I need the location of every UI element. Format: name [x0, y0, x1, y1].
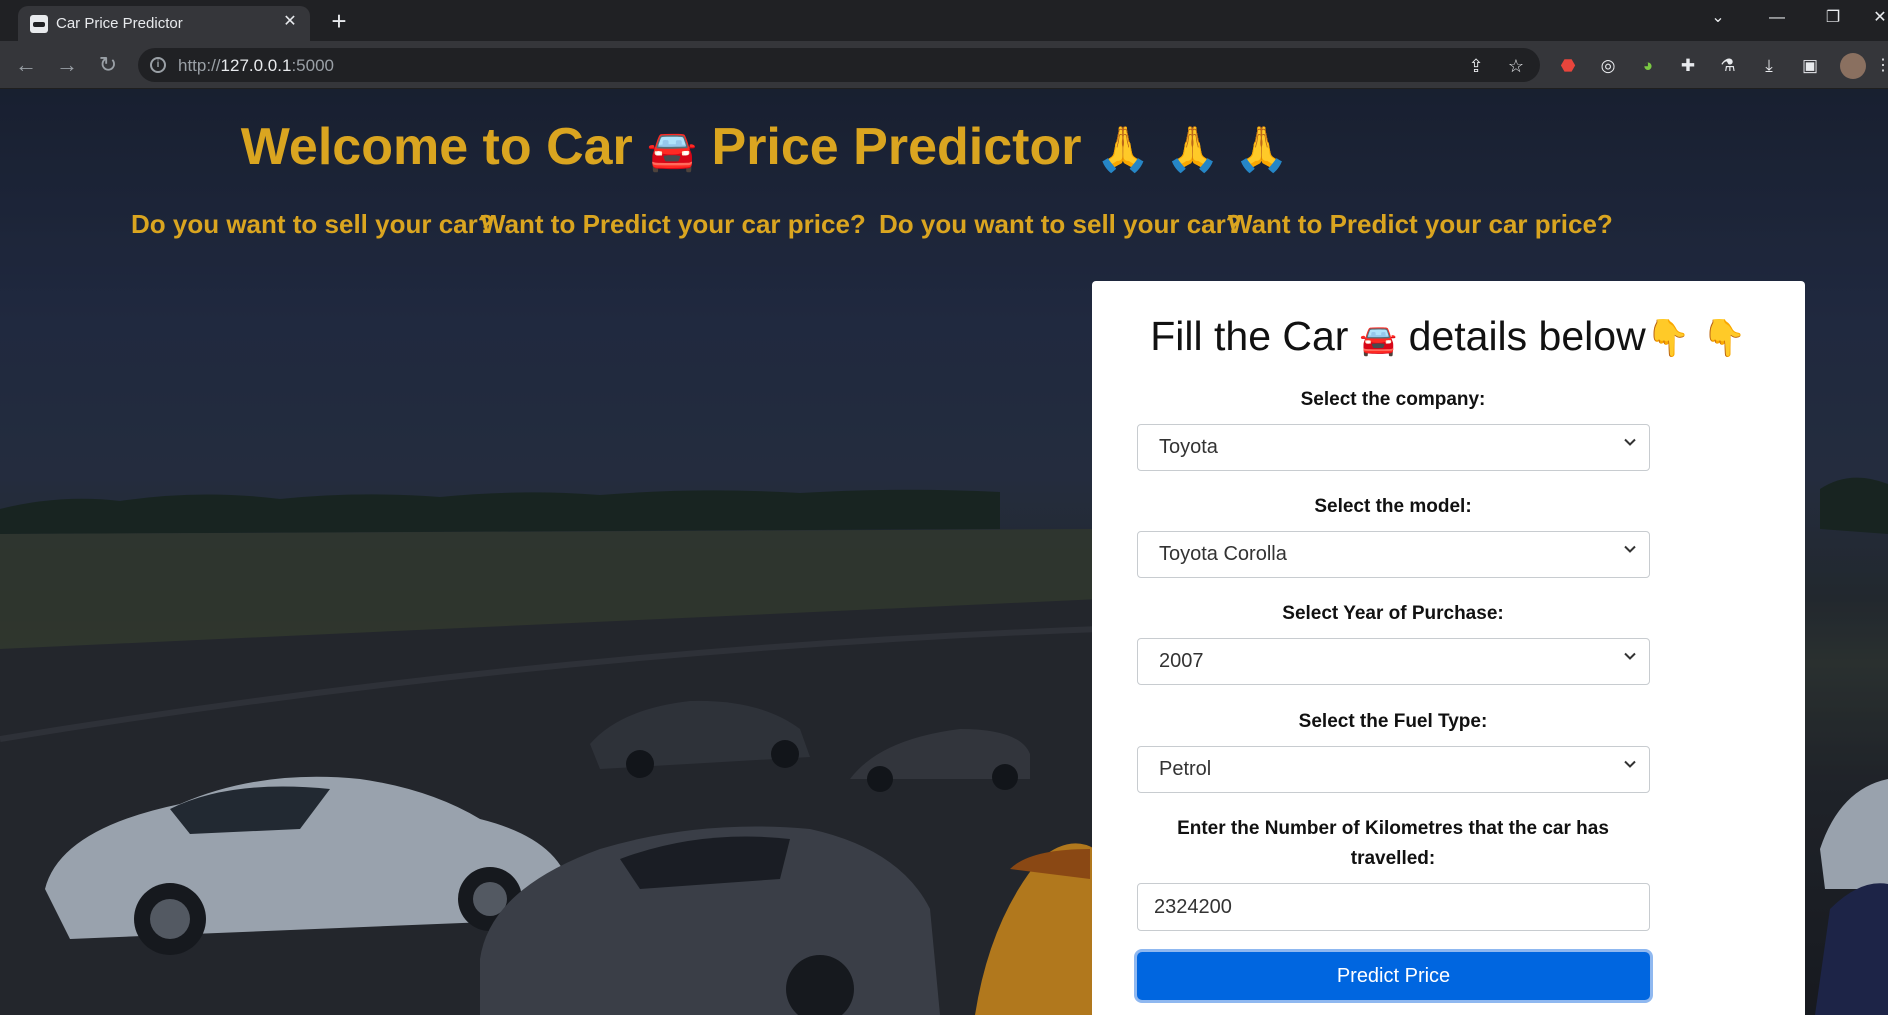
tab-search-icon[interactable]: ⌄	[1703, 6, 1733, 30]
model-select[interactable]: Toyota Corolla	[1137, 531, 1650, 578]
kilometres-input[interactable]: 2324200	[1137, 883, 1650, 931]
forward-arrow-icon[interactable]: →	[51, 49, 83, 81]
profile-avatar[interactable]	[1840, 53, 1866, 79]
share-icon[interactable]: ⇪	[1464, 54, 1488, 78]
extensions-puzzle-icon[interactable]: ✚	[1677, 55, 1699, 77]
tagline-sell: Do you want to sell your car?	[131, 209, 494, 239]
new-tab-button[interactable]: +	[324, 6, 354, 36]
bookmark-star-icon[interactable]: ☆	[1504, 54, 1528, 78]
year-select[interactable]: 2007	[1137, 638, 1650, 685]
predict-price-button[interactable]: Predict Price	[1137, 952, 1650, 1000]
car-favicon-icon	[30, 15, 48, 33]
chevron-down-icon	[1624, 545, 1636, 553]
close-window-button[interactable]: ✕	[1872, 6, 1888, 30]
minimize-window-button[interactable]: —	[1762, 6, 1792, 30]
pointing-down-emoji-icon: 👇	[1701, 317, 1747, 358]
company-label: Select the company:	[1300, 389, 1486, 410]
site-info-icon[interactable]: i	[150, 57, 166, 73]
chevron-down-icon	[1624, 760, 1636, 768]
adblock-extension-icon[interactable]: ⬣	[1557, 55, 1579, 77]
pointing-down-emoji-icon: 👇	[1645, 317, 1691, 358]
chevron-down-icon	[1624, 438, 1636, 446]
praying-hands-emoji-icon: 🙏	[1234, 125, 1290, 174]
kilometres-label: Enter the Number of Kilometres that the …	[1177, 818, 1609, 839]
car-details-form: Fill the Car 🚘 details below👇 👇 Select t…	[1092, 281, 1805, 1015]
url-text[interactable]: http://127.0.0.1:5000	[178, 56, 334, 76]
model-label: Select the model:	[1314, 496, 1472, 517]
year-selected-value: 2007	[1159, 650, 1204, 672]
chevron-down-icon	[1624, 652, 1636, 660]
car-emoji-icon: 🚘	[647, 129, 698, 173]
tagline-predict: Want to Predict your car price?	[1228, 209, 1613, 239]
praying-hands-emoji-icon: 🙏	[1095, 125, 1151, 174]
model-selected-value: Toyota Corolla	[1159, 543, 1287, 565]
fuel-type-select[interactable]: Petrol	[1137, 746, 1650, 793]
car-emoji-icon: 🚘	[1359, 324, 1398, 357]
company-select[interactable]: Toyota	[1137, 424, 1650, 471]
labs-flask-icon[interactable]: ⚗	[1717, 55, 1739, 77]
year-label: Select Year of Purchase:	[1282, 603, 1504, 624]
menu-kebab-icon[interactable]: ⋮	[1872, 55, 1888, 77]
browser-tab-strip: Car Price Predictor ✕ + ⌄ — ❐ ✕	[0, 0, 1888, 41]
extension-icon[interactable]: ◎	[1597, 55, 1619, 77]
side-panel-icon[interactable]: ▣	[1799, 55, 1821, 77]
color-extension-icon[interactable]: ◕	[1637, 55, 1659, 77]
fuel-selected-value: Petrol	[1159, 758, 1212, 780]
address-bar[interactable]: i http://127.0.0.1:5000 ⇪ ☆	[138, 48, 1540, 82]
tagline-predict: Want to Predict your car price?	[481, 209, 866, 239]
page-title: Welcome to Car 🚘 Price Predictor 🙏 🙏 🙏	[240, 118, 1290, 176]
kilometres-value: 2324200	[1154, 896, 1232, 918]
tab-title: Car Price Predictor	[56, 15, 183, 32]
fuel-label: Select the Fuel Type:	[1298, 711, 1488, 732]
restore-window-button[interactable]: ❐	[1818, 6, 1848, 30]
close-tab-icon[interactable]: ✕	[280, 12, 300, 32]
browser-tab[interactable]: Car Price Predictor ✕	[18, 6, 310, 41]
tagline-sell: Do you want to sell your car?	[879, 209, 1242, 239]
page-viewport: Welcome to Car 🚘 Price Predictor 🙏 🙏 🙏 D…	[0, 89, 1888, 1015]
praying-hands-emoji-icon: 🙏	[1165, 125, 1220, 174]
kilometres-label-line2: travelled:	[1350, 848, 1436, 869]
form-title: Fill the Car 🚘 details below👇 👇	[1150, 313, 1747, 359]
browser-toolbar: ← → ↻ i http://127.0.0.1:5000 ⇪ ☆ ⬣ ◎ ◕ …	[0, 41, 1888, 89]
reload-icon[interactable]: ↻	[92, 49, 124, 81]
download-icon[interactable]: ⤓	[1758, 55, 1780, 77]
company-selected-value: Toyota	[1159, 436, 1218, 458]
back-arrow-icon[interactable]: ←	[10, 49, 42, 81]
